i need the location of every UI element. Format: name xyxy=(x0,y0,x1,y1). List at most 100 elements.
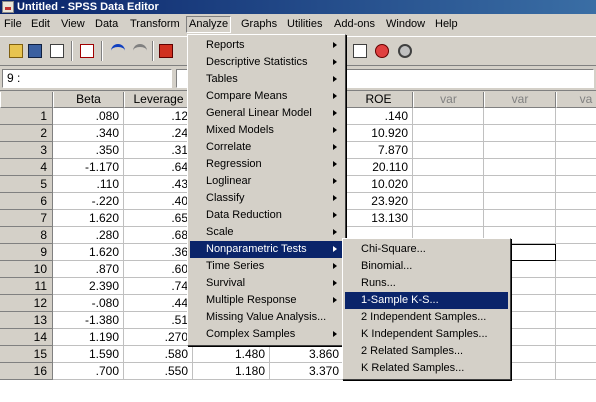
grid-cell[interactable] xyxy=(556,295,596,312)
menu-item-tables[interactable]: Tables xyxy=(190,71,343,88)
column-header[interactable]: Leverage xyxy=(124,92,193,108)
row-header[interactable]: 16 xyxy=(0,363,53,380)
dialog-recall-button[interactable] xyxy=(77,41,97,61)
menu-file[interactable]: File xyxy=(2,17,24,32)
grid-cell[interactable]: .580 xyxy=(124,346,193,363)
grid-cell[interactable] xyxy=(556,210,596,227)
grid-cell[interactable]: .350 xyxy=(53,142,124,159)
row-header[interactable]: 13 xyxy=(0,312,53,329)
row-header[interactable]: 15 xyxy=(0,346,53,363)
grid-cell[interactable] xyxy=(556,329,596,346)
menu-item-classify[interactable]: Classify xyxy=(190,190,343,207)
menu-item-complex-samples[interactable]: Complex Samples xyxy=(190,326,343,343)
grid-cell[interactable] xyxy=(413,176,484,193)
find-button[interactable] xyxy=(395,41,415,61)
grid-cell[interactable]: -.220 xyxy=(53,193,124,210)
grid-cell[interactable] xyxy=(413,108,484,125)
column-header[interactable]: ROE xyxy=(344,92,413,108)
row-header[interactable]: 1 xyxy=(0,108,53,125)
grid-cell[interactable] xyxy=(413,193,484,210)
menu-item-descriptive-statistics[interactable]: Descriptive Statistics xyxy=(190,54,343,71)
menu-item-2-related-samples[interactable]: 2 Related Samples... xyxy=(345,343,508,360)
grid-cell[interactable]: .51 xyxy=(124,312,193,329)
grid-cell[interactable] xyxy=(484,142,556,159)
grid-cell[interactable] xyxy=(484,193,556,210)
grid-cell[interactable]: .270 xyxy=(124,329,193,346)
grid-cell[interactable] xyxy=(556,176,596,193)
row-header[interactable]: 5 xyxy=(0,176,53,193)
grid-cell[interactable] xyxy=(484,108,556,125)
grid-cell[interactable]: 3.370 xyxy=(270,363,344,380)
column-header[interactable]: Beta xyxy=(53,92,124,108)
grid-cell[interactable]: -1.170 xyxy=(53,159,124,176)
row-header[interactable]: 4 xyxy=(0,159,53,176)
grid-cell[interactable] xyxy=(484,159,556,176)
grid-cell[interactable]: .080 xyxy=(53,108,124,125)
grid-cell[interactable]: 1.480 xyxy=(193,346,270,363)
grid-cell[interactable] xyxy=(556,312,596,329)
grid-cell[interactable] xyxy=(556,261,596,278)
grid-cell[interactable]: 13.130 xyxy=(344,210,413,227)
grid-cell[interactable]: .12 xyxy=(124,108,193,125)
grid-cell[interactable] xyxy=(413,159,484,176)
grid-cell[interactable] xyxy=(556,363,596,380)
grid-cell[interactable] xyxy=(413,125,484,142)
grid-cell[interactable] xyxy=(484,210,556,227)
goto-case-button[interactable] xyxy=(350,41,370,61)
grid-cell[interactable]: .700 xyxy=(53,363,124,380)
menu-item-runs[interactable]: Runs... xyxy=(345,275,508,292)
menu-item-k-related-samples[interactable]: K Related Samples... xyxy=(345,360,508,377)
grid-cell[interactable]: 10.020 xyxy=(344,176,413,193)
row-header[interactable]: 11 xyxy=(0,278,53,295)
menu-window[interactable]: Window xyxy=(384,17,427,32)
grid-cell[interactable] xyxy=(556,108,596,125)
menu-item-mixed-models[interactable]: Mixed Models xyxy=(190,122,343,139)
grid-cell[interactable] xyxy=(556,278,596,295)
menu-item-2-independent-samples[interactable]: 2 Independent Samples... xyxy=(345,309,508,326)
grid-cell[interactable]: .110 xyxy=(53,176,124,193)
menu-utilities[interactable]: Utilities xyxy=(285,17,324,32)
grid-cell[interactable] xyxy=(413,210,484,227)
grid-cell[interactable]: 1.620 xyxy=(53,210,124,227)
undo-button[interactable] xyxy=(108,41,128,61)
print-button[interactable] xyxy=(47,41,67,61)
grid-cell[interactable]: .24 xyxy=(124,125,193,142)
menu-help[interactable]: Help xyxy=(433,17,460,32)
grid-cell[interactable] xyxy=(556,193,596,210)
menu-add-ons[interactable]: Add-ons xyxy=(332,17,377,32)
redo-button[interactable] xyxy=(130,41,150,61)
menu-item-data-reduction[interactable]: Data Reduction xyxy=(190,207,343,224)
row-header[interactable]: 6 xyxy=(0,193,53,210)
menu-item-reports[interactable]: Reports xyxy=(190,37,343,54)
grid-cell[interactable] xyxy=(556,142,596,159)
menu-item-nonparametric-tests[interactable]: Nonparametric Tests xyxy=(190,241,343,258)
grid-corner[interactable] xyxy=(0,92,53,108)
grid-cell[interactable]: .43 xyxy=(124,176,193,193)
grid-cell[interactable]: .74 xyxy=(124,278,193,295)
grid-cell[interactable]: .870 xyxy=(53,261,124,278)
grid-cell[interactable]: 1.590 xyxy=(53,346,124,363)
grid-cell[interactable]: 7.870 xyxy=(344,142,413,159)
grid-cell[interactable]: .550 xyxy=(124,363,193,380)
menu-item-chi-square[interactable]: Chi-Square... xyxy=(345,241,508,258)
menu-graphs[interactable]: Graphs xyxy=(239,17,279,32)
grid-cell[interactable]: .36 xyxy=(124,244,193,261)
row-header[interactable]: 3 xyxy=(0,142,53,159)
grid-cell[interactable] xyxy=(413,142,484,159)
grid-cell[interactable]: 1.190 xyxy=(53,329,124,346)
row-header[interactable]: 12 xyxy=(0,295,53,312)
row-header[interactable]: 8 xyxy=(0,227,53,244)
grid-cell[interactable]: -1.380 xyxy=(53,312,124,329)
goto-chart-button[interactable] xyxy=(156,41,176,61)
menu-item-survival[interactable]: Survival xyxy=(190,275,343,292)
menu-edit[interactable]: Edit xyxy=(29,17,52,32)
menu-data[interactable]: Data xyxy=(93,17,120,32)
menu-item-compare-means[interactable]: Compare Means xyxy=(190,88,343,105)
grid-cell[interactable]: 23.920 xyxy=(344,193,413,210)
grid-cell[interactable]: 1.620 xyxy=(53,244,124,261)
grid-cell[interactable]: .60 xyxy=(124,261,193,278)
menu-item-correlate[interactable]: Correlate xyxy=(190,139,343,156)
menu-view[interactable]: View xyxy=(59,17,87,32)
column-header[interactable]: var xyxy=(413,92,484,108)
menu-analyze[interactable]: Analyze xyxy=(186,16,232,33)
